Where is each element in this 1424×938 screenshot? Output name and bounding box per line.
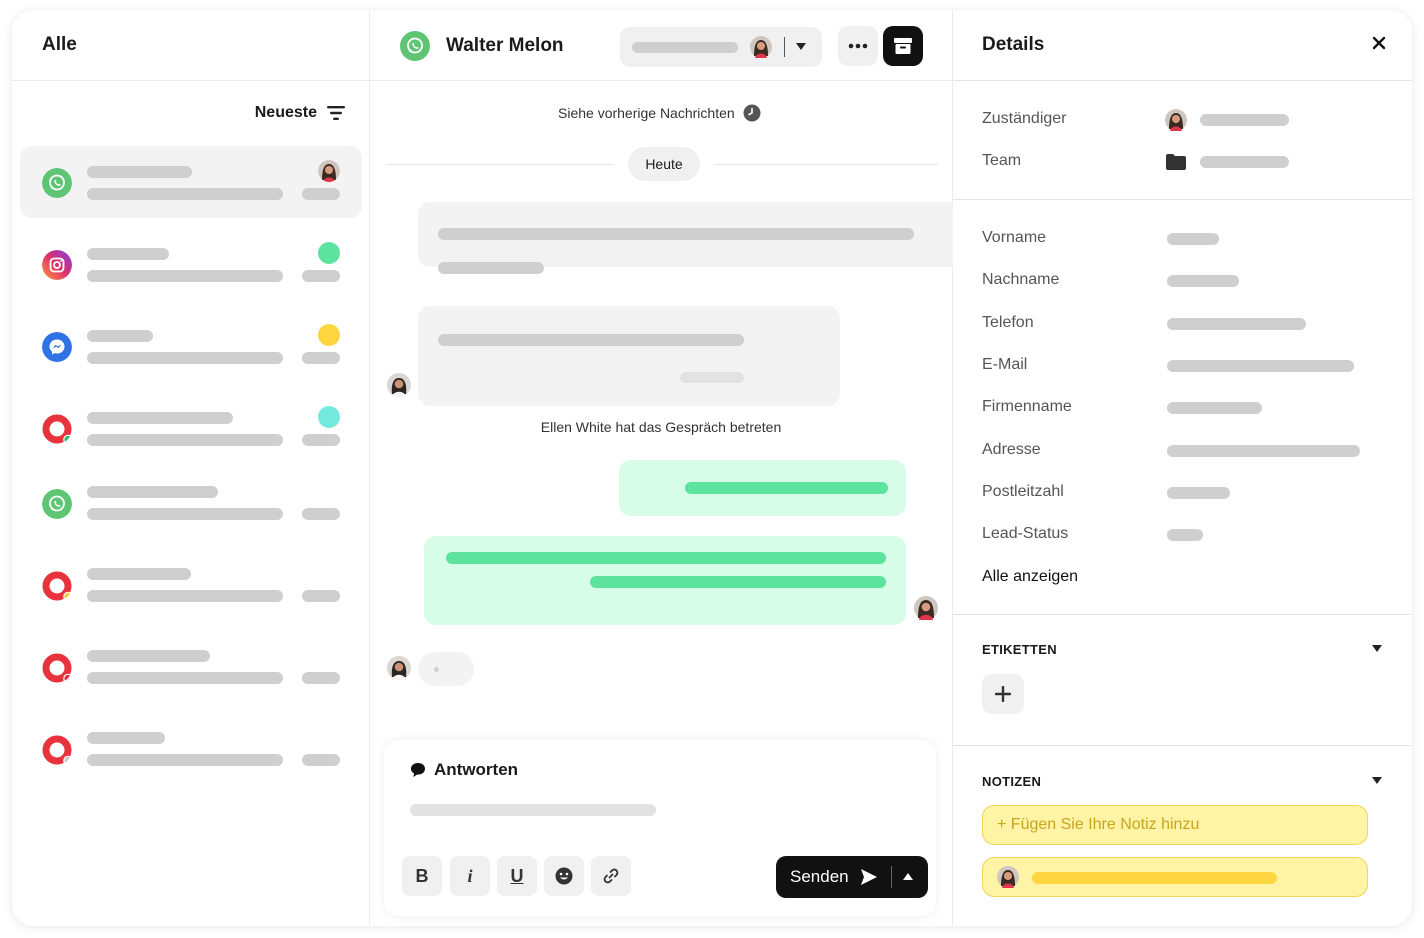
- messenger-icon: [42, 332, 72, 362]
- agent-avatar: [997, 866, 1019, 888]
- app-window: Alle Neueste Walter Melon Siehe vorherig…: [12, 10, 1412, 926]
- conversation-item[interactable]: [20, 392, 362, 464]
- agent-avatar: [750, 36, 772, 58]
- lastname-label: Nachname: [982, 271, 1060, 288]
- emoji-button[interactable]: [544, 856, 584, 896]
- team-label: Team: [982, 152, 1022, 169]
- conversation-item[interactable]: [20, 146, 362, 218]
- company-label: Firmenname: [982, 398, 1072, 415]
- add-tag-button[interactable]: [982, 674, 1024, 714]
- chevron-down-icon: [796, 43, 806, 50]
- address-label: Adresse: [982, 441, 1041, 458]
- details-header: Details: [953, 10, 1412, 81]
- chevron-down-icon[interactable]: [1372, 777, 1382, 784]
- whatsapp-icon: [42, 168, 72, 198]
- send-label: Senden: [790, 867, 849, 886]
- day-separator: Heute: [628, 147, 700, 181]
- system-message: Ellen White hat das Gespräch betreten: [540, 419, 782, 435]
- list-title: Alle: [42, 34, 77, 55]
- smiley-icon: [555, 867, 573, 885]
- conversation-item[interactable]: [20, 638, 362, 710]
- status-dot: [318, 406, 340, 428]
- clock-icon: [743, 104, 761, 122]
- message-outgoing: [619, 460, 906, 516]
- whatsapp-icon: [400, 31, 430, 61]
- link-button[interactable]: [591, 856, 631, 896]
- reply-label: Antworten: [434, 760, 519, 779]
- conversation-item[interactable]: [20, 228, 362, 300]
- instagram-icon: [42, 250, 72, 280]
- italic-button[interactable]: i: [450, 856, 490, 896]
- message-incoming: [418, 306, 840, 406]
- chevron-up-icon[interactable]: [903, 873, 913, 881]
- status-dot: [318, 324, 340, 346]
- show-all-link[interactable]: Alle anzeigen: [982, 568, 1078, 586]
- chat-brand-icon: [42, 735, 72, 765]
- details-panel: Details Zuständiger Team Vorname Nachnam…: [953, 10, 1412, 926]
- whatsapp-icon: [42, 489, 72, 519]
- phone-label: Telefon: [982, 314, 1034, 331]
- conversation-item[interactable]: [20, 720, 362, 792]
- underline-button[interactable]: U: [497, 856, 537, 896]
- more-dots-icon: [848, 43, 868, 49]
- previous-messages-link[interactable]: Siehe vorherige Nachrichten: [558, 104, 761, 122]
- status-dot: [318, 242, 340, 264]
- reply-composer: Antworten B i U Senden: [384, 740, 936, 916]
- sort-control[interactable]: Neueste: [255, 104, 345, 122]
- firstname-label: Vorname: [982, 229, 1047, 246]
- send-button[interactable]: Senden: [776, 856, 928, 898]
- note-item[interactable]: [982, 857, 1368, 897]
- message-outgoing: [424, 536, 906, 625]
- reply-tab[interactable]: Antworten: [410, 760, 518, 780]
- conversation-item[interactable]: [20, 556, 362, 628]
- email-label: E-Mail: [982, 356, 1028, 373]
- lead-status-label: Lead-Status: [982, 525, 1069, 542]
- link-icon: [603, 868, 619, 884]
- chat-brand-icon: [42, 653, 72, 683]
- divider: [386, 164, 614, 165]
- conversation-item[interactable]: [20, 310, 362, 382]
- chat-brand-icon: [42, 571, 72, 601]
- message-incoming: [418, 202, 958, 274]
- chat-header: Walter Melon: [370, 10, 952, 81]
- speech-bubble-icon: [411, 763, 425, 777]
- tags-section-title: ETIKETTEN: [982, 642, 1057, 657]
- details-title: Details: [982, 34, 1045, 55]
- assignee-selector[interactable]: [620, 27, 822, 67]
- bold-button[interactable]: B: [402, 856, 442, 896]
- more-options-button[interactable]: [838, 26, 878, 66]
- sort-label: Neueste: [254, 104, 317, 121]
- chat-brand-icon: [42, 414, 72, 444]
- send-arrow-icon: [861, 869, 877, 885]
- contact-name: Walter Melon: [446, 35, 564, 56]
- assignee-label: Zuständiger: [982, 110, 1067, 127]
- filter-lines-icon: [327, 106, 345, 120]
- agent-avatar: [318, 160, 340, 182]
- archive-button[interactable]: [883, 26, 923, 66]
- list-header: Alle: [12, 10, 369, 81]
- chevron-down-icon[interactable]: [1372, 645, 1382, 652]
- plus-icon: [995, 686, 1011, 702]
- agent-avatar: [914, 596, 938, 620]
- close-icon[interactable]: [1372, 36, 1386, 50]
- conversation-item[interactable]: [20, 474, 362, 546]
- folder-icon: [1166, 154, 1186, 170]
- notes-section-title: NOTIZEN: [982, 774, 1042, 789]
- agent-avatar: [1165, 109, 1187, 131]
- reply-input[interactable]: [410, 804, 656, 816]
- contact-avatar: [387, 373, 411, 397]
- zip-label: Postleitzahl: [982, 483, 1064, 500]
- add-note-button[interactable]: + Fügen Sie Ihre Notiz hinzu: [982, 805, 1368, 845]
- previous-messages-label: Siehe vorherige Nachrichten: [558, 105, 735, 121]
- chat-panel: Walter Melon Siehe vorherige Nachrichten…: [370, 10, 958, 926]
- archive-icon: [894, 38, 912, 54]
- contact-avatar: [387, 656, 411, 680]
- conversation-list: Alle Neueste: [12, 10, 370, 926]
- typing-indicator: [418, 652, 474, 686]
- divider: [714, 164, 938, 165]
